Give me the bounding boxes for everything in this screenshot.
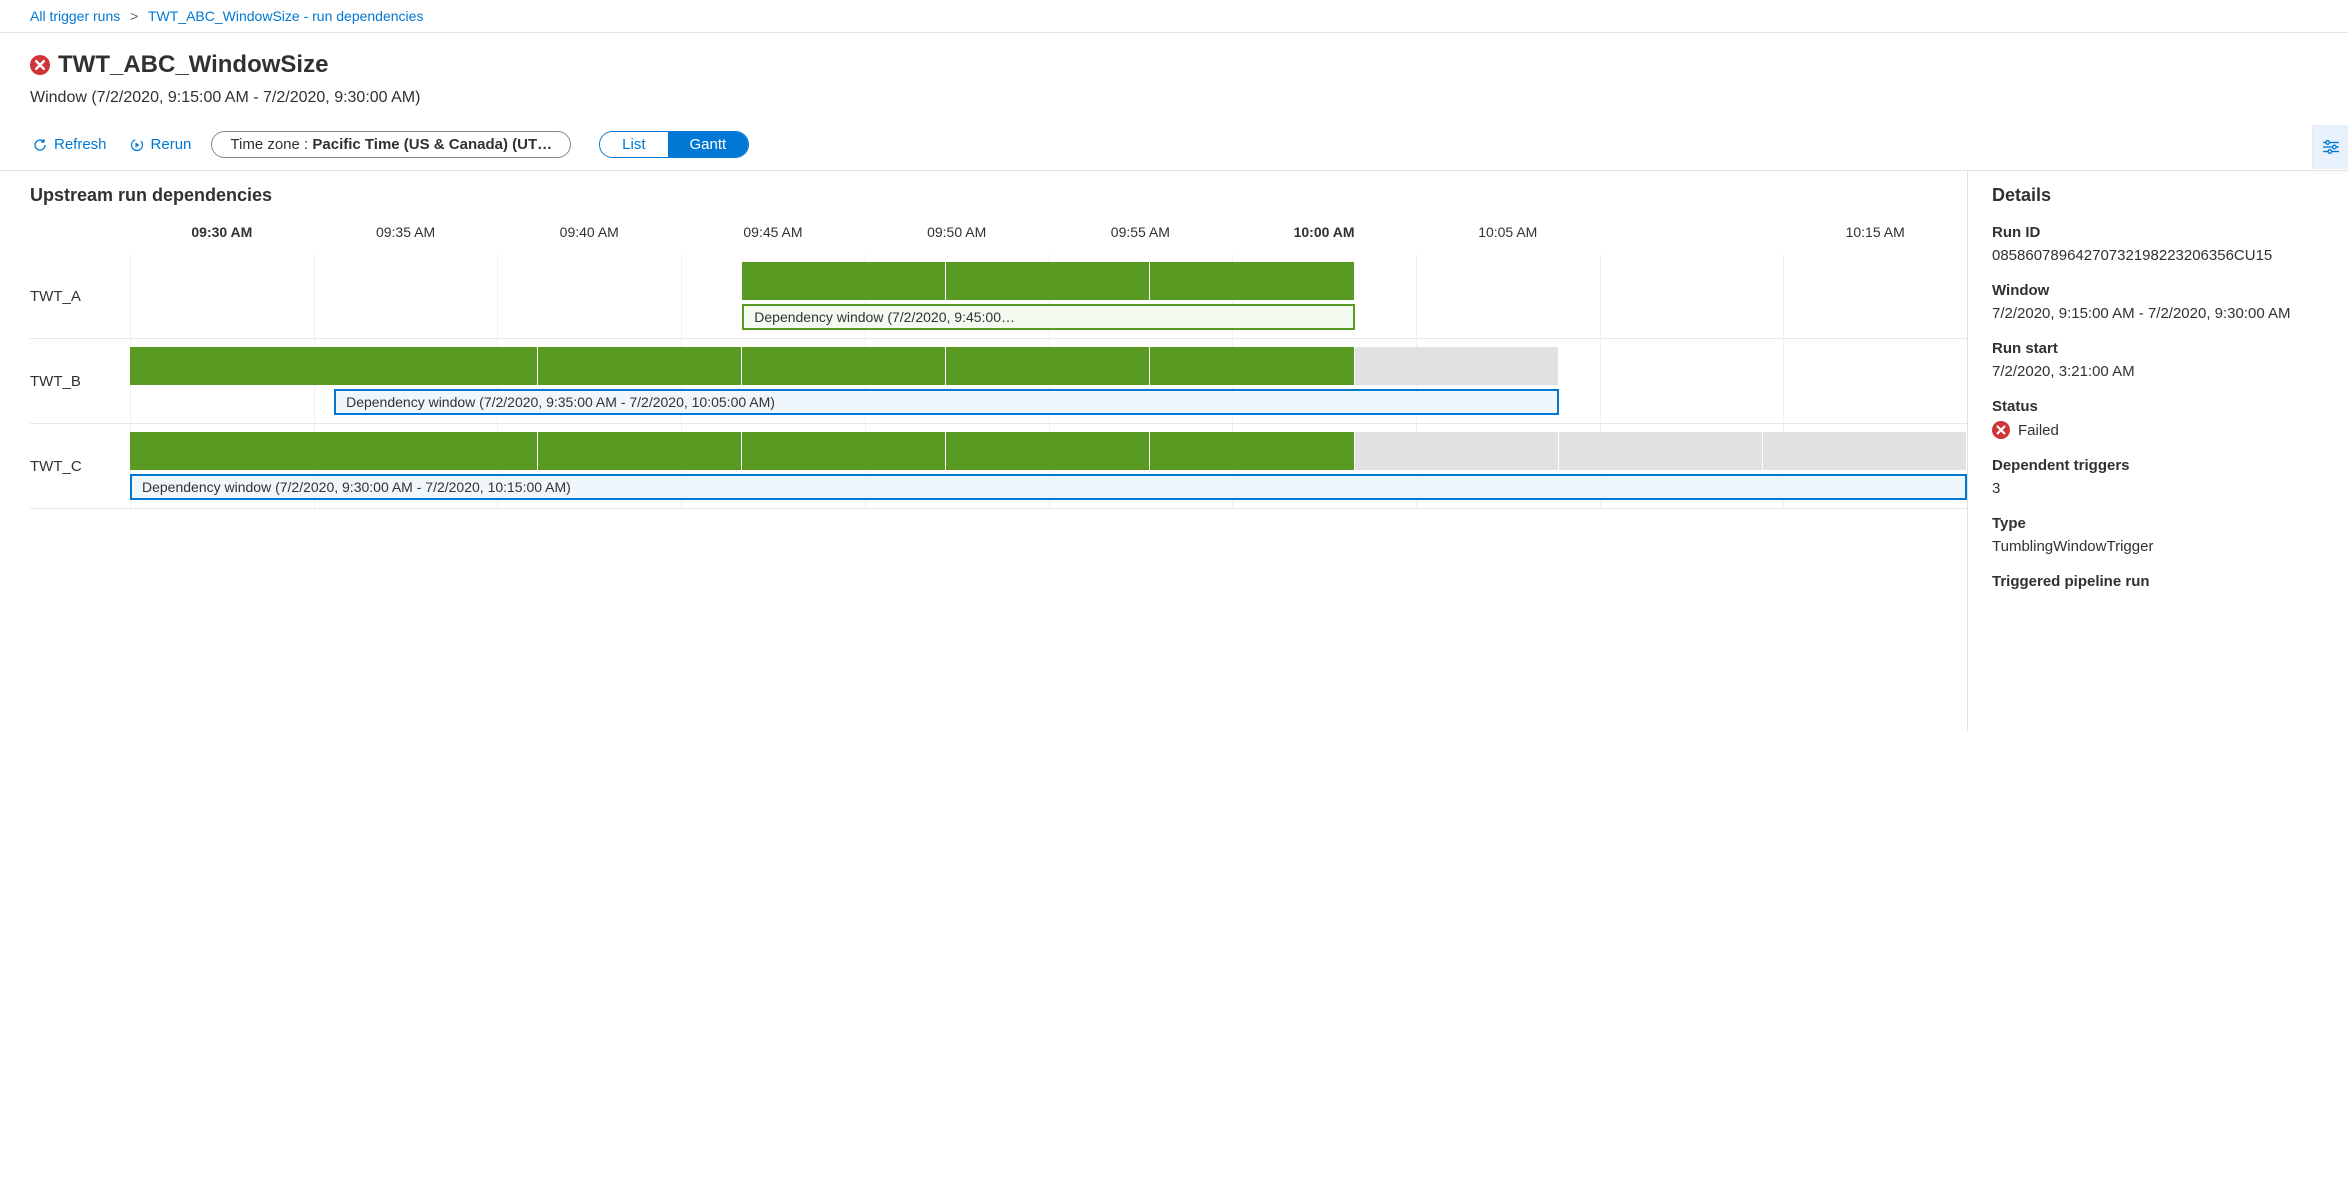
refresh-button[interactable]: Refresh xyxy=(30,132,109,157)
dependency-window[interactable]: Dependency window (7/2/2020, 9:35:00 AM … xyxy=(334,389,1559,415)
header: TWT_ABC_WindowSize Window (7/2/2020, 9:1… xyxy=(0,33,2348,131)
breadcrumb-sep: > xyxy=(130,8,138,24)
status-label: Status xyxy=(1992,398,2324,415)
gantt-segment[interactable] xyxy=(1559,432,1763,470)
time-tick: 10:05 AM xyxy=(1416,224,1600,240)
type-value: TumblingWindowTrigger xyxy=(1992,538,2324,555)
gantt-row-timeline: Dependency window (7/2/2020, 9:30:00 AM … xyxy=(130,424,1967,508)
view-toggle: List Gantt xyxy=(599,131,749,158)
error-icon xyxy=(30,55,50,75)
content: Upstream run dependencies 09:30 AM09:35 … xyxy=(0,171,2348,731)
gantt-segment[interactable] xyxy=(742,262,946,300)
time-tick: 09:30 AM xyxy=(130,224,314,240)
gantt-segment[interactable] xyxy=(1150,347,1354,385)
gantt-segment[interactable] xyxy=(1150,432,1354,470)
time-tick: 09:55 AM xyxy=(1049,224,1233,240)
details-title: Details xyxy=(1992,185,2324,206)
error-icon xyxy=(1992,421,2010,439)
gantt-segment[interactable] xyxy=(538,432,742,470)
gantt-row-label: TWT_C xyxy=(30,424,130,508)
gantt-row: TWT_CDependency window (7/2/2020, 9:30:0… xyxy=(30,424,1967,509)
gantt-segment[interactable] xyxy=(1355,432,1559,470)
gantt-table: 09:30 AM09:35 AM09:40 AM09:45 AM09:50 AM… xyxy=(30,224,1967,509)
runid-value: 08586078964270732198223206356CU15 xyxy=(1992,247,2324,264)
window-value: 7/2/2020, 9:15:00 AM - 7/2/2020, 9:30:00… xyxy=(1992,305,2324,322)
time-ticks: 09:30 AM09:35 AM09:40 AM09:45 AM09:50 AM… xyxy=(130,224,1967,240)
gantt-segment[interactable] xyxy=(1150,262,1354,300)
toolbar: Refresh Rerun Time zone : Pacific Time (… xyxy=(0,131,2348,171)
timezone-prefix: Time zone : xyxy=(230,136,312,153)
timezone-value: Pacific Time (US & Canada) (UT… xyxy=(312,136,552,153)
window-subtitle: Window (7/2/2020, 9:15:00 AM - 7/2/2020,… xyxy=(30,89,2318,107)
time-tick: 09:35 AM xyxy=(314,224,498,240)
gantt-body: TWT_A Dependency window (7/2/2020, 9:45:0… xyxy=(30,254,1967,509)
time-tick: 09:45 AM xyxy=(681,224,865,240)
time-tick xyxy=(1600,224,1784,240)
refresh-icon xyxy=(32,137,48,153)
gantt-segment[interactable] xyxy=(742,432,946,470)
gantt-row: TWT_A Dependency window (7/2/2020, 9:45:0… xyxy=(30,254,1967,339)
gantt-toggle[interactable]: Gantt xyxy=(668,132,749,157)
deptrig-label: Dependent triggers xyxy=(1992,457,2324,474)
breadcrumb-current[interactable]: TWT_ABC_WindowSize - run dependencies xyxy=(148,8,423,24)
type-label: Type xyxy=(1992,515,2324,532)
runstart-label: Run start xyxy=(1992,340,2324,357)
gantt-panel: Upstream run dependencies 09:30 AM09:35 … xyxy=(0,171,1968,731)
deptrig-value: 3 xyxy=(1992,480,2324,497)
gantt-title: Upstream run dependencies xyxy=(30,185,1967,206)
runstart-value: 7/2/2020, 3:21:00 AM xyxy=(1992,363,2324,380)
gantt-row: TWT_B Dependency window (7/2/2020, 9:35:0… xyxy=(30,339,1967,424)
status-value: Failed xyxy=(1992,421,2324,439)
gantt-segment[interactable] xyxy=(1763,432,1967,470)
gantt-segment[interactable] xyxy=(130,432,538,470)
breadcrumb-root[interactable]: All trigger runs xyxy=(30,8,120,24)
dependency-window[interactable]: Dependency window (7/2/2020, 9:45:00… xyxy=(742,304,1354,330)
list-toggle[interactable]: List xyxy=(600,132,667,157)
gantt-row-timeline: Dependency window (7/2/2020, 9:35:00 AM … xyxy=(130,339,1967,423)
timezone-selector[interactable]: Time zone : Pacific Time (US & Canada) (… xyxy=(211,131,571,158)
runid-label: Run ID xyxy=(1992,224,2324,241)
gantt-segment[interactable] xyxy=(1355,347,1559,385)
settings-icon xyxy=(2322,138,2340,156)
pipe-label: Triggered pipeline run xyxy=(1992,573,2324,590)
gantt-segment[interactable] xyxy=(742,347,946,385)
breadcrumb: All trigger runs > TWT_ABC_WindowSize - … xyxy=(0,0,2348,33)
gantt-segment[interactable] xyxy=(946,432,1150,470)
gantt-row-label: TWT_A xyxy=(30,254,130,338)
gantt-row-label: TWT_B xyxy=(30,339,130,423)
settings-button[interactable] xyxy=(2312,125,2348,169)
gantt-segment[interactable] xyxy=(130,347,538,385)
gantt-segment[interactable] xyxy=(946,347,1150,385)
details-panel: Details Run ID 0858607896427073219822320… xyxy=(1968,171,2348,731)
window-label: Window xyxy=(1992,282,2324,299)
gantt-segment[interactable] xyxy=(538,347,742,385)
gantt-row-timeline: Dependency window (7/2/2020, 9:45:00… xyxy=(130,254,1967,338)
page-title: TWT_ABC_WindowSize xyxy=(58,51,328,79)
time-tick: 09:40 AM xyxy=(497,224,681,240)
refresh-label: Refresh xyxy=(54,136,107,153)
time-tick: 10:00 AM xyxy=(1232,224,1416,240)
status-text: Failed xyxy=(2018,422,2059,439)
rerun-button[interactable]: Rerun xyxy=(127,132,194,157)
gantt-segment[interactable] xyxy=(946,262,1150,300)
time-tick: 10:15 AM xyxy=(1783,224,1967,240)
dependency-window[interactable]: Dependency window (7/2/2020, 9:30:00 AM … xyxy=(130,474,1967,500)
gantt-head: 09:30 AM09:35 AM09:40 AM09:45 AM09:50 AM… xyxy=(30,224,1967,240)
time-tick: 09:50 AM xyxy=(865,224,1049,240)
rerun-icon xyxy=(129,137,145,153)
rerun-label: Rerun xyxy=(151,136,192,153)
